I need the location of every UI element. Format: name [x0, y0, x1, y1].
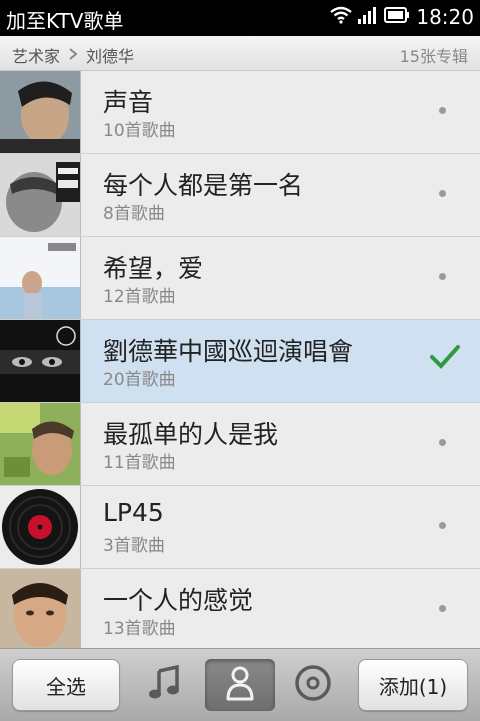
tab-songs[interactable] [130, 659, 200, 711]
album-row[interactable]: 希望，爱 12首歌曲 [0, 237, 480, 320]
window-title: 加至KTV歌单 [6, 9, 124, 33]
unselected-dot-icon [439, 190, 446, 197]
disc-icon [293, 663, 333, 707]
album-cover [0, 237, 81, 319]
album-name: 希望，爱 [103, 254, 204, 283]
wifi-icon [330, 6, 353, 28]
breadcrumb-current: 刘德华 [86, 47, 135, 66]
album-name: 声音 [103, 88, 154, 117]
tab-artists[interactable] [205, 659, 275, 711]
unselected-dot-icon [439, 107, 446, 114]
album-row[interactable]: 每个人都是第一名 8首歌曲 [0, 154, 480, 237]
song-count: 20首歌曲 [103, 370, 176, 390]
album-cover [0, 320, 81, 402]
album-name: 劉德華中國巡迴演唱會 [103, 337, 354, 366]
song-count: 10首歌曲 [103, 121, 176, 141]
album-cover [0, 486, 81, 568]
status-icons: 18:20 [330, 5, 474, 29]
album-row[interactable]: 声音 10首歌曲 [0, 71, 480, 154]
album-cover [0, 569, 81, 651]
breadcrumb: 艺术家 刘德华 15张专辑 [0, 36, 480, 71]
battery-icon [384, 7, 410, 27]
album-list: 声音 10首歌曲 每个人都是第一名 8首歌曲 希望，爱 12首歌曲 劉德華中國巡… [0, 71, 480, 652]
person-icon [220, 663, 260, 707]
song-count: 12首歌曲 [103, 287, 176, 307]
album-row[interactable]: LP45 3首歌曲 [0, 486, 480, 569]
signal-icon [358, 6, 378, 28]
song-count: 13首歌曲 [103, 619, 176, 639]
song-count: 11首歌曲 [103, 453, 176, 473]
bottom-toolbar: 全选 添加(1) [0, 648, 480, 721]
tab-albums[interactable] [278, 659, 348, 711]
select-all-button[interactable]: 全选 [12, 659, 120, 711]
unselected-dot-icon [439, 439, 446, 446]
unselected-dot-icon [439, 273, 446, 280]
breadcrumb-root[interactable]: 艺术家 [12, 43, 60, 67]
album-name: LP45 [103, 498, 164, 527]
album-name: 一个人的感觉 [103, 586, 254, 615]
album-cover [0, 71, 81, 153]
album-row-selected[interactable]: 劉德華中國巡迴演唱會 20首歌曲 [0, 320, 480, 403]
album-name: 最孤单的人是我 [103, 420, 279, 449]
album-name: 每个人都是第一名 [103, 171, 304, 200]
album-row[interactable]: 一个人的感觉 13首歌曲 [0, 569, 480, 652]
checkmark-icon [430, 344, 460, 374]
add-button[interactable]: 添加(1) [358, 659, 468, 711]
song-count: 3首歌曲 [103, 536, 165, 556]
album-count: 15张专辑 [399, 47, 468, 66]
unselected-dot-icon [439, 522, 446, 529]
album-cover [0, 403, 81, 485]
clock: 18:20 [416, 5, 474, 29]
unselected-dot-icon [439, 605, 446, 612]
chevron-right-icon [68, 46, 78, 65]
music-note-icon [145, 663, 185, 707]
album-row[interactable]: 最孤单的人是我 11首歌曲 [0, 403, 480, 486]
status-bar: 加至KTV歌单 18:20 [0, 0, 480, 36]
album-cover [0, 154, 81, 236]
song-count: 8首歌曲 [103, 204, 165, 224]
